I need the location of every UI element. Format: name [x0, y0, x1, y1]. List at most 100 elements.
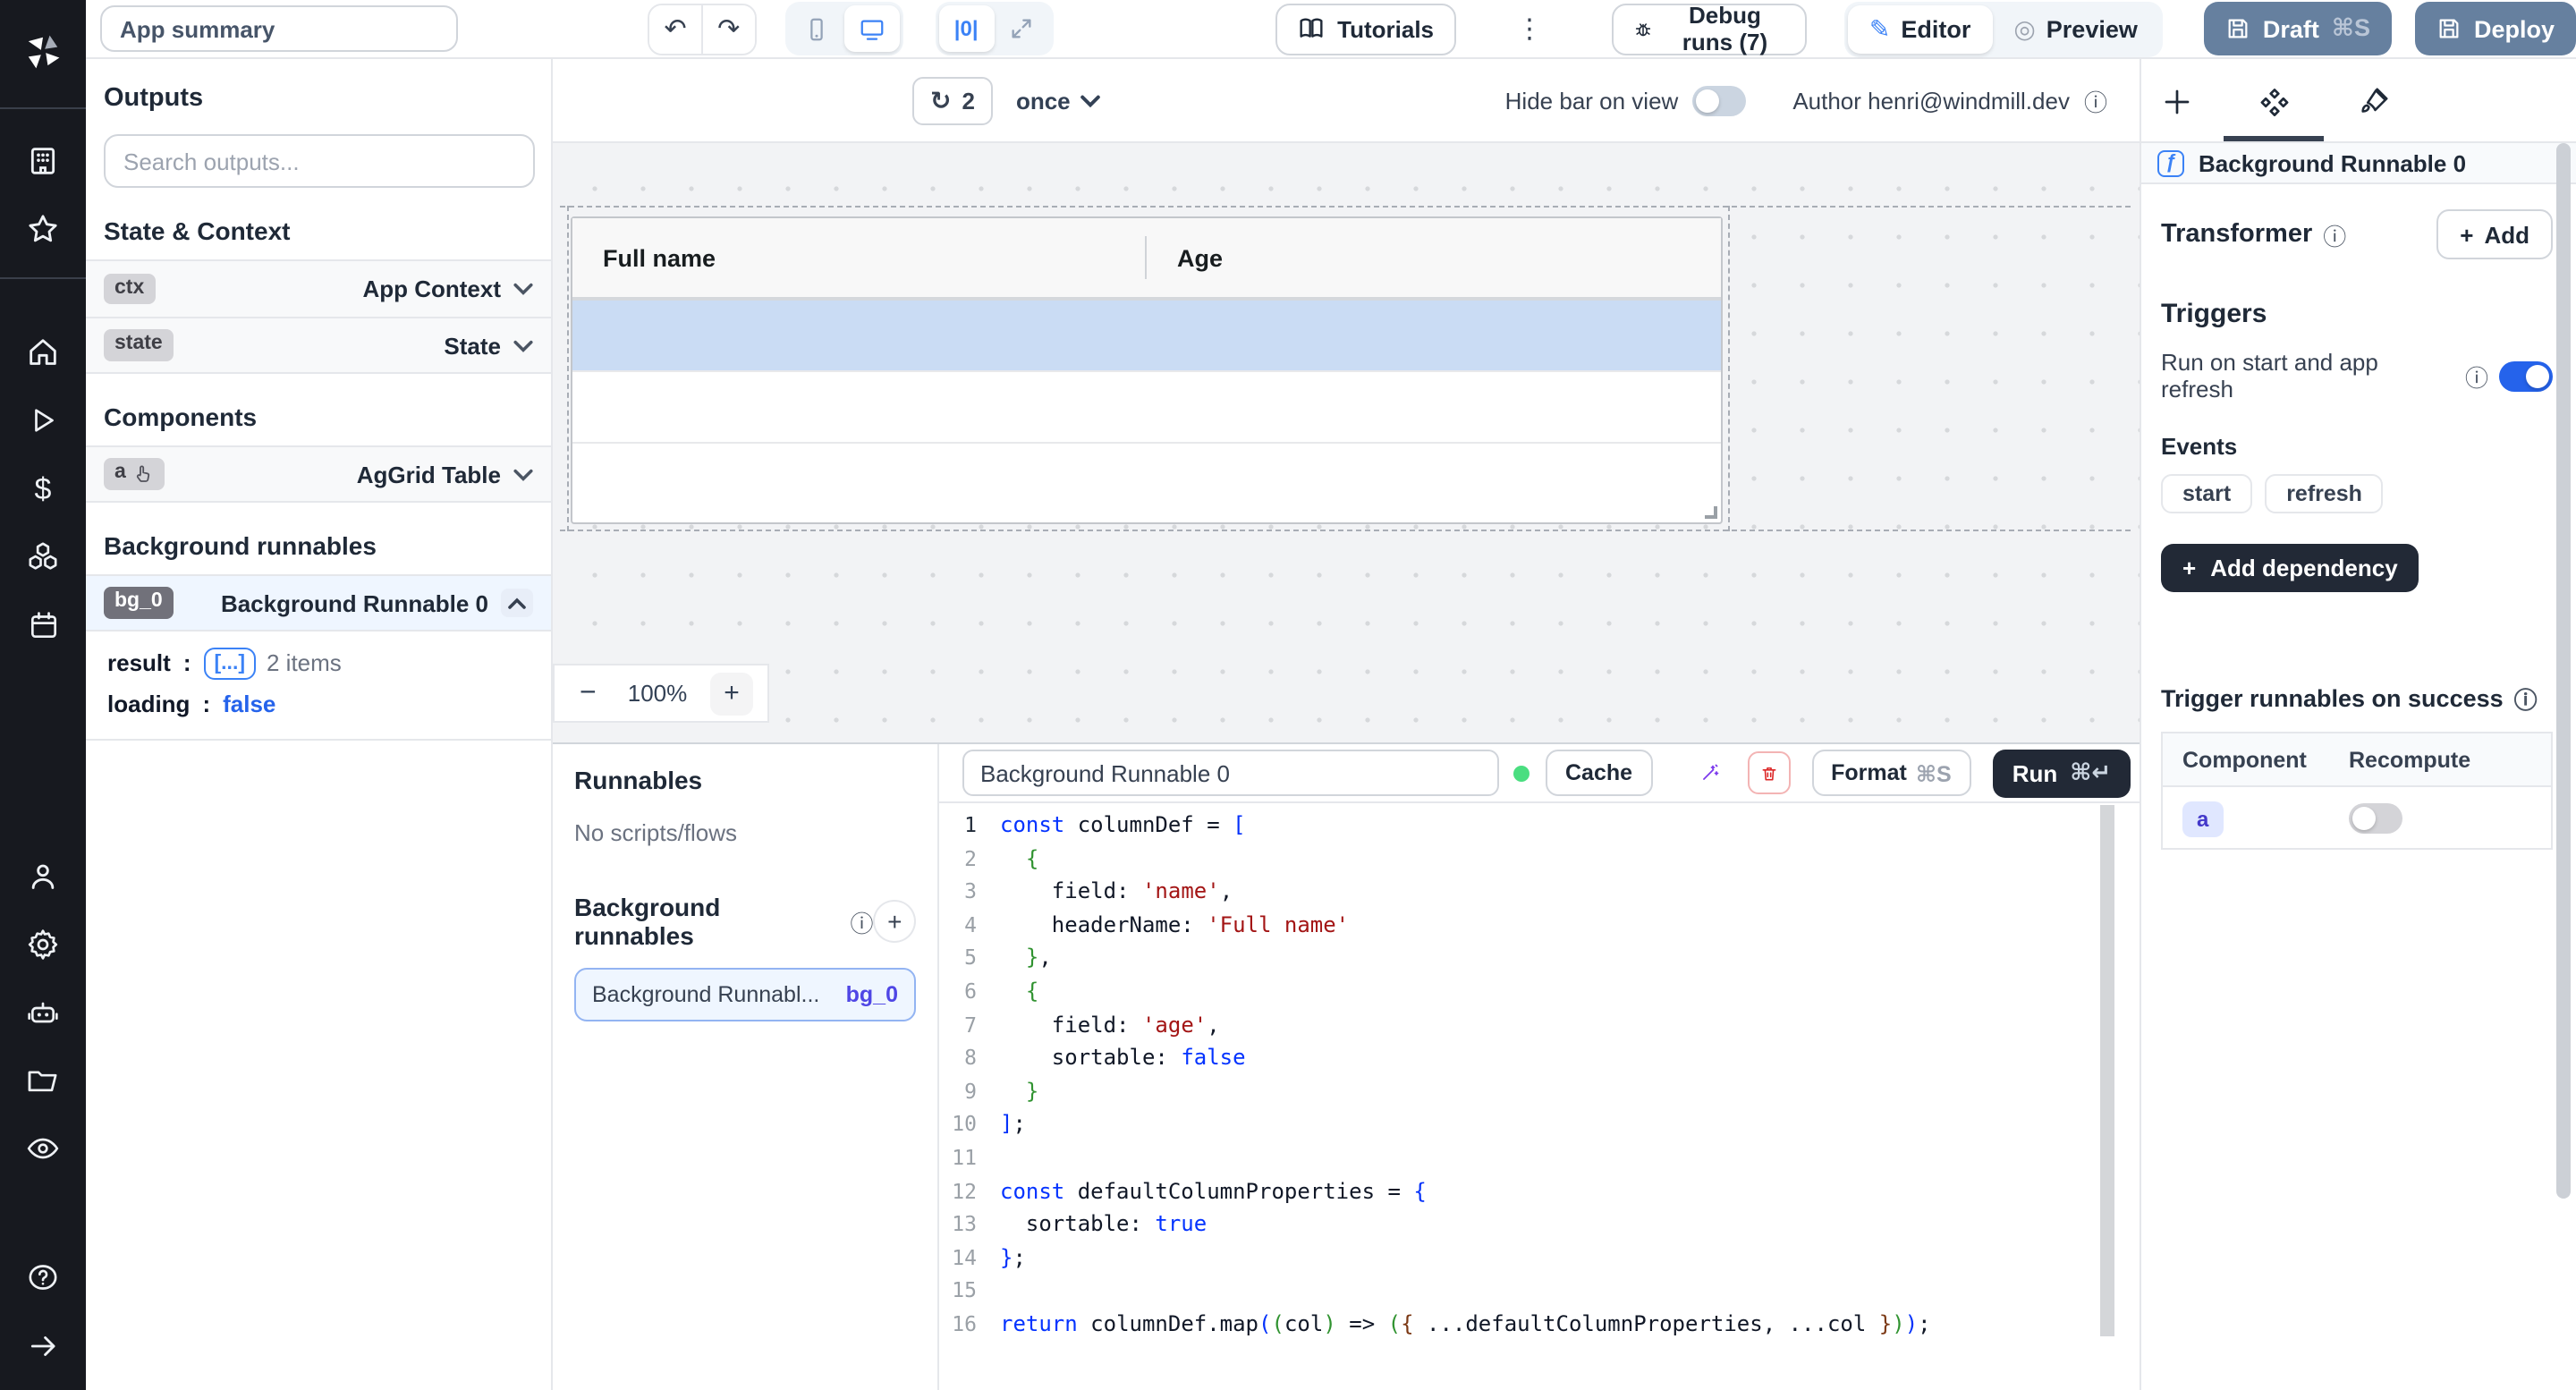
zoom-out-button[interactable]: − [569, 675, 605, 711]
settings-gear-icon[interactable] [0, 911, 86, 979]
center-content-button[interactable]: |0| [938, 5, 994, 52]
code-line[interactable]: 4 headerName: 'Full name' [939, 909, 2140, 942]
folders-icon[interactable] [0, 1047, 86, 1115]
loading-kv[interactable]: loading : false [107, 683, 551, 725]
code-line[interactable]: 2 { [939, 842, 2140, 875]
code-line[interactable]: 14}; [939, 1241, 2140, 1274]
variables-dollar-icon[interactable]: $ [0, 454, 86, 522]
bg-runnable-list-item[interactable]: Background Runnabl... bg_0 [574, 968, 916, 1021]
ctx-row[interactable]: ctx App Context [86, 259, 551, 317]
collapse-arrow-icon[interactable] [0, 1311, 86, 1379]
preview-mode-tab[interactable]: ◎ Preview [1992, 4, 2159, 53]
info-icon[interactable]: ⓘ [2323, 217, 2346, 251]
code-line[interactable]: 9 } [939, 1075, 2140, 1108]
info-icon[interactable]: ⓘ [2514, 682, 2538, 716]
workspace-building-icon[interactable] [0, 127, 86, 195]
editor-mode-tab[interactable]: ✎ Editor [1848, 4, 1992, 53]
component-a-badge: a [104, 458, 165, 490]
undo-button[interactable]: ↶ [649, 4, 701, 53]
code-line[interactable]: 11 [939, 1141, 2140, 1174]
code-line[interactable]: 15 [939, 1275, 2140, 1308]
code-line[interactable]: 6 { [939, 975, 2140, 1008]
grid-column-header[interactable]: Age [1145, 236, 1223, 279]
hide-bar-toggle[interactable] [1692, 85, 1746, 115]
tutorials-button[interactable]: Tutorials [1275, 3, 1455, 55]
tab-settings-components[interactable] [2252, 81, 2295, 123]
fullscreen-button[interactable] [994, 5, 1049, 52]
help-icon[interactable] [0, 1243, 86, 1311]
code-line[interactable]: 10]; [939, 1108, 2140, 1141]
runnable-name-input[interactable] [962, 750, 1499, 796]
add-runnable-button[interactable]: + [874, 900, 916, 943]
mobile-view-button[interactable] [788, 5, 843, 52]
expand-icon [1009, 16, 1034, 41]
deploy-button[interactable]: Deploy [2415, 2, 2576, 55]
code-line[interactable]: 16return columnDef.map((col) => ({ ...de… [939, 1308, 2140, 1341]
code-line[interactable]: 5 }, [939, 942, 2140, 975]
desktop-icon [858, 15, 885, 42]
code-line[interactable]: 1const columnDef = [ [939, 809, 2140, 842]
code-line[interactable]: 8 sortable: false [939, 1041, 2140, 1074]
chevron-up-icon[interactable] [501, 589, 533, 617]
app-canvas[interactable]: Full name Age − 100% + [553, 143, 2140, 742]
tab-theme-styling[interactable] [2352, 81, 2395, 123]
desktop-view-button[interactable] [843, 5, 899, 52]
user-icon[interactable] [0, 843, 86, 911]
refresh-mode-dropdown[interactable]: once [1016, 87, 1101, 114]
info-icon[interactable]: ⓘ [2084, 83, 2107, 117]
aggrid-table-component[interactable]: Full name Age [571, 216, 1723, 524]
component-a-row[interactable]: a AgGrid Table [86, 445, 551, 503]
code-line[interactable]: 3 field: 'name', [939, 875, 2140, 908]
code-line[interactable]: 12const defaultColumnProperties = { [939, 1174, 2140, 1208]
code-editor[interactable]: 1const columnDef = [2 {3 field: 'name',4… [939, 805, 2140, 1390]
workers-robot-icon[interactable] [0, 979, 86, 1047]
redo-button[interactable]: ↷ [701, 4, 754, 53]
code-line[interactable]: 7 field: 'age', [939, 1008, 2140, 1041]
chevron-down-icon[interactable] [513, 339, 533, 352]
chevron-down-icon[interactable] [513, 283, 533, 295]
recompute-toggle[interactable] [2349, 802, 2402, 833]
run-on-start-toggle[interactable] [2499, 360, 2553, 391]
grid-column-header[interactable]: Full name [572, 244, 1145, 271]
result-array-chip[interactable]: [...] [204, 647, 257, 679]
bg-runnable-row[interactable]: bg_0 Background Runnable 0 [86, 574, 551, 631]
state-row[interactable]: state State [86, 317, 551, 374]
app-summary-input[interactable] [100, 5, 458, 52]
tab-insert-component[interactable] [2156, 81, 2199, 123]
draft-button[interactable]: Draft ⌘S [2204, 2, 2392, 55]
debug-runs-button[interactable]: Debug runs (7) [1611, 3, 1807, 55]
search-outputs-input[interactable] [104, 134, 535, 188]
runs-play-icon[interactable] [0, 386, 86, 454]
add-dependency-button[interactable]: + Add dependency [2161, 544, 2419, 592]
info-icon[interactable]: ⓘ [851, 904, 874, 938]
status-dot-icon [1513, 765, 1530, 781]
info-icon[interactable]: ⓘ [2465, 359, 2488, 393]
home-icon[interactable] [0, 318, 86, 386]
favorites-star-icon[interactable] [0, 195, 86, 263]
runnable-settings-panel: ƒ Background Runnable 0 Transformer ⓘ + … [2140, 59, 2576, 1390]
format-button[interactable]: Format ⌘S [1811, 750, 1971, 796]
windmill-logo-icon[interactable] [0, 18, 86, 86]
run-button[interactable]: Run ⌘↵ [1993, 749, 2131, 797]
canvas-region: ↻ 2 once Hide bar on view Author henri@w… [553, 59, 2140, 1390]
grid-row-selected[interactable] [572, 301, 1721, 372]
zoom-in-button[interactable]: + [710, 672, 753, 715]
schedules-calendar-icon[interactable] [0, 590, 86, 658]
code-line[interactable]: 13 sortable: true [939, 1208, 2140, 1241]
grid-row[interactable] [572, 372, 1721, 444]
refresh-count-button[interactable]: ↻ 2 [912, 76, 993, 124]
audit-eye-icon[interactable] [0, 1115, 86, 1182]
selected-runnable-header: ƒ Background Runnable 0 [2141, 141, 2576, 184]
resources-cubes-icon[interactable] [0, 522, 86, 590]
result-kv[interactable]: result : [...] 2 items [107, 642, 551, 683]
more-options-button[interactable]: ⋮ [1509, 13, 1550, 45]
add-transformer-button[interactable]: + Add [2436, 209, 2553, 259]
cache-button[interactable]: Cache [1546, 750, 1652, 796]
editor-scrollbar[interactable] [2100, 805, 2114, 1336]
resize-handle[interactable] [1705, 506, 1717, 519]
ai-wand-button[interactable] [1688, 751, 1731, 794]
chevron-down-icon[interactable] [513, 468, 533, 480]
right-panel-scrollbar[interactable] [2556, 143, 2571, 1199]
state-badge: state [104, 329, 174, 361]
delete-runnable-button[interactable] [1747, 751, 1790, 794]
